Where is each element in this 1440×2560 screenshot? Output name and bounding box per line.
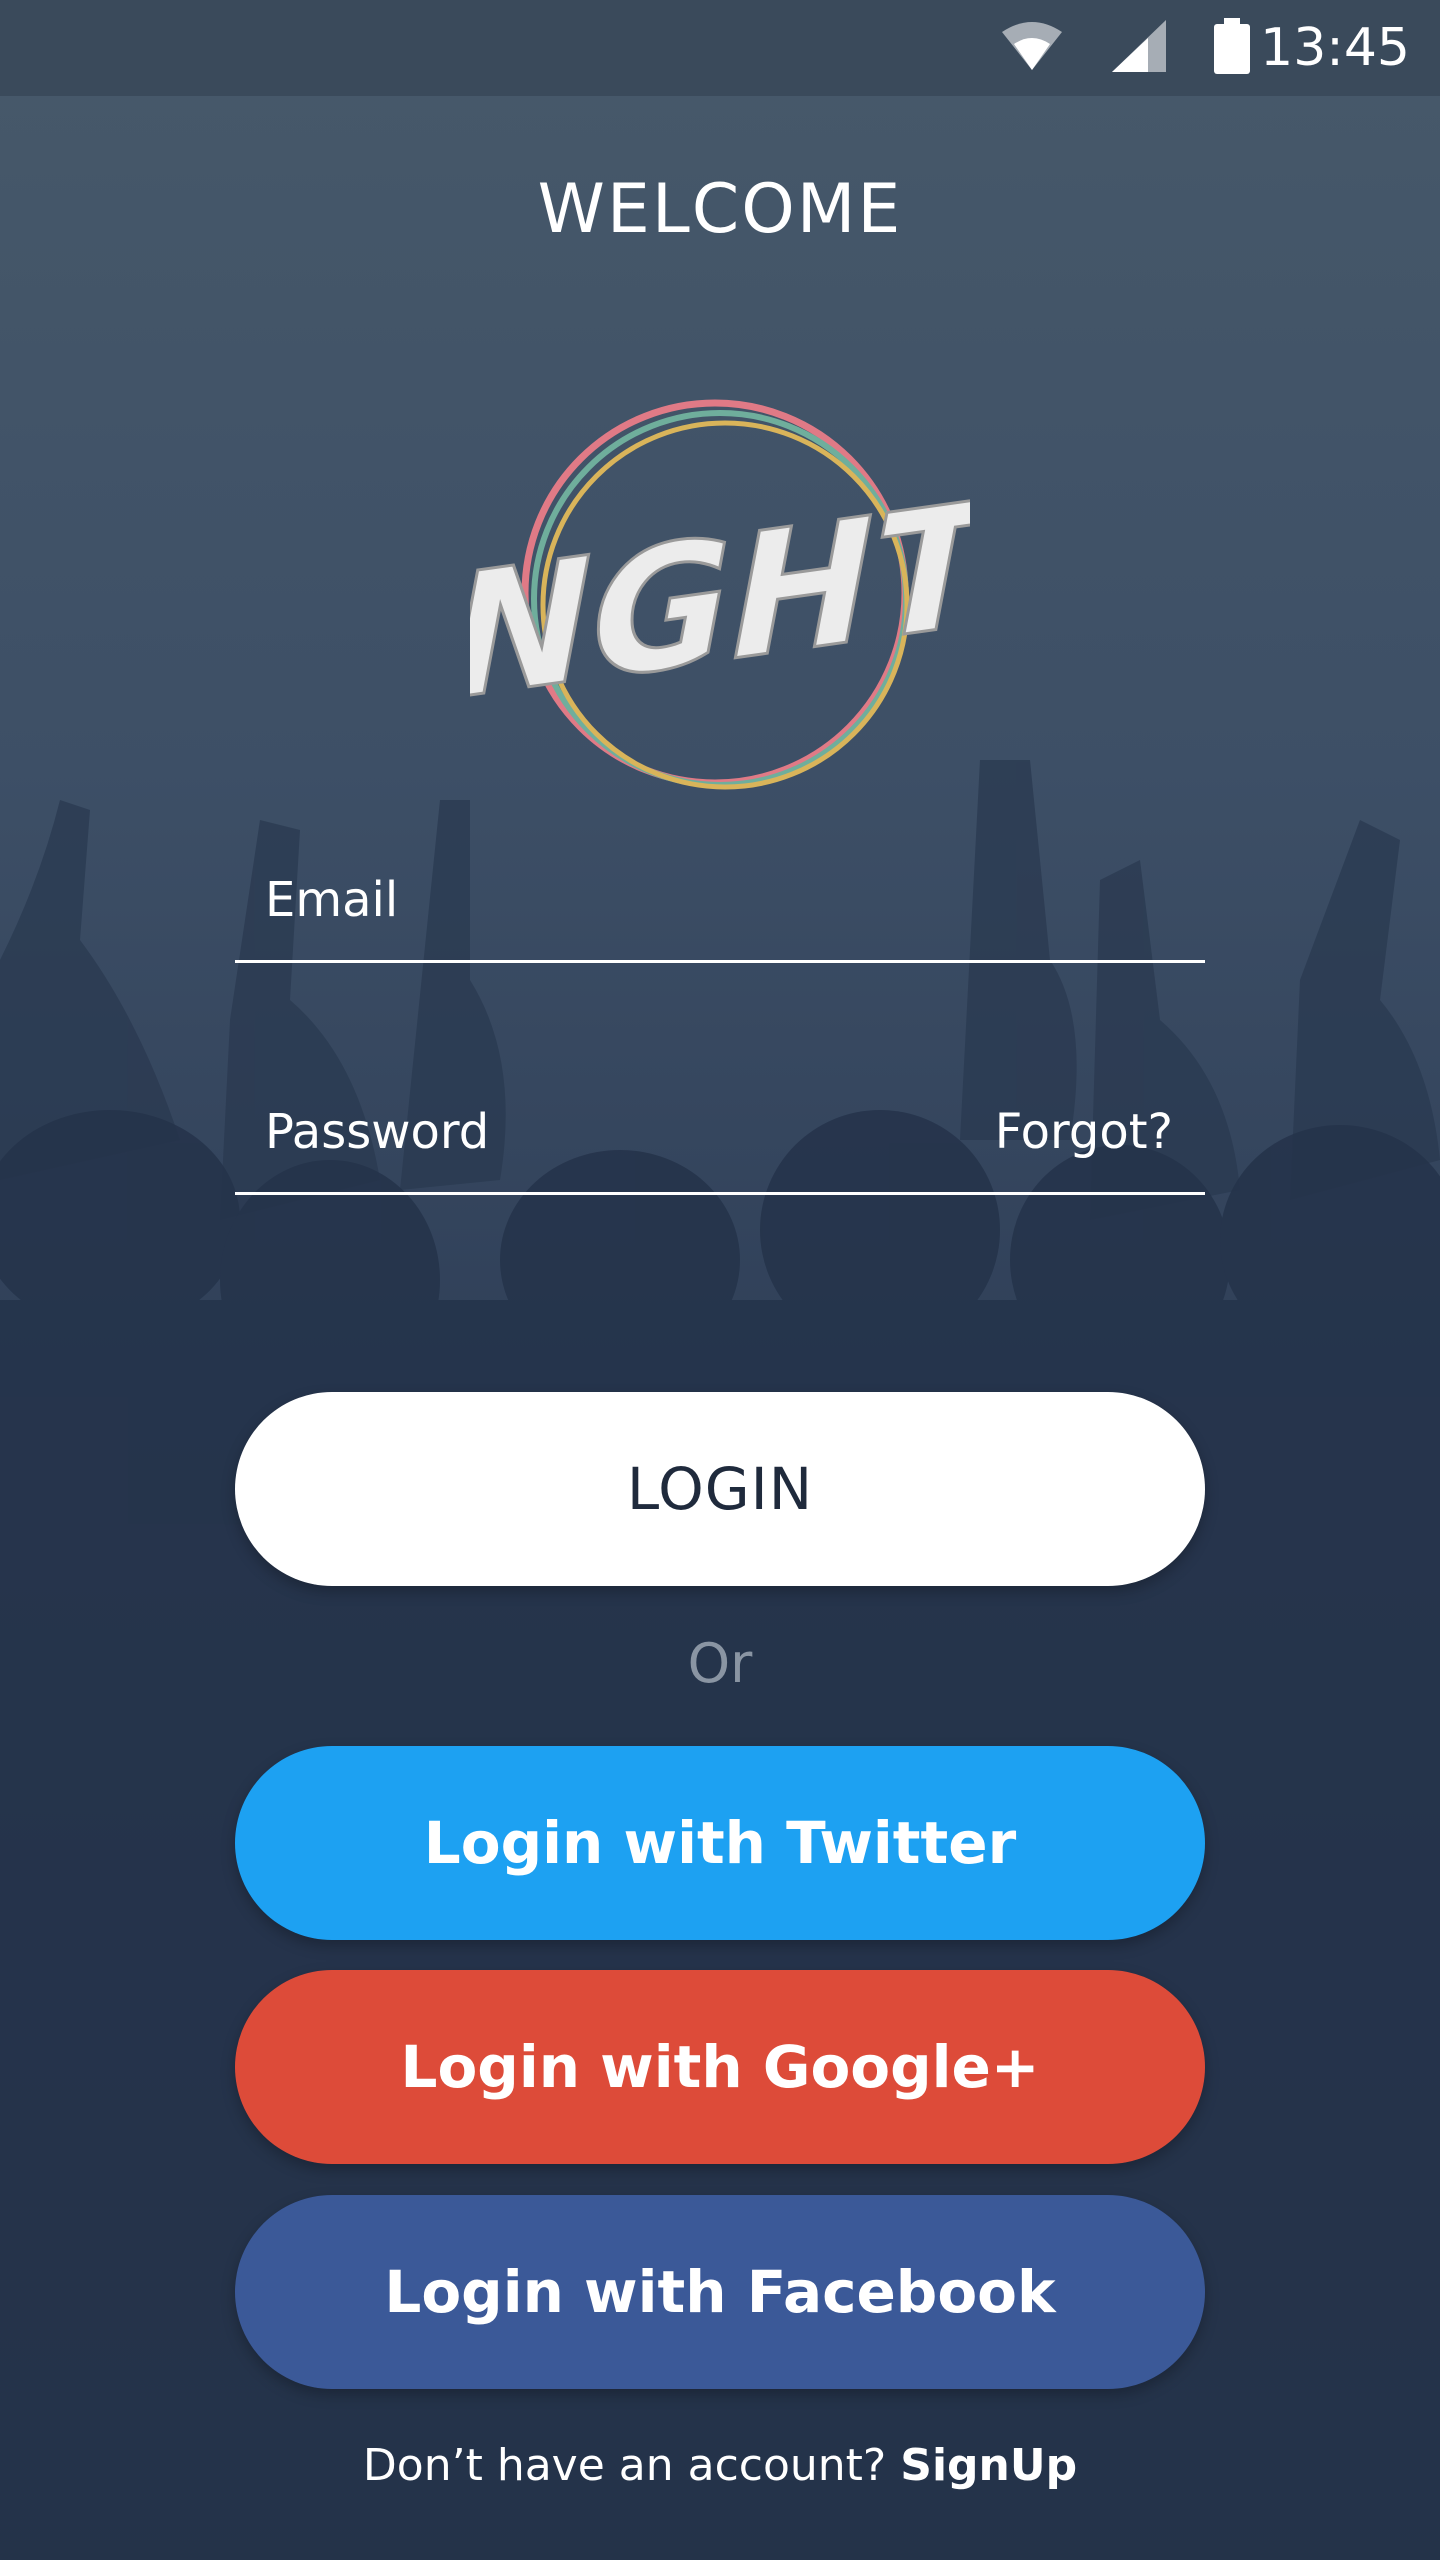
signup-prompt-text: Don’t have an account?: [362, 2440, 887, 2491]
status-time: 13:45: [1260, 18, 1410, 78]
password-placeholder: Password: [265, 1104, 490, 1160]
battery-icon: [1214, 18, 1250, 74]
login-twitter-button[interactable]: Login with Twitter: [235, 1746, 1205, 1940]
login-facebook-button[interactable]: Login with Facebook: [235, 2195, 1205, 2389]
email-placeholder: Email: [265, 872, 399, 928]
email-field[interactable]: Email: [235, 860, 1205, 963]
signal-icon: [1112, 20, 1166, 72]
signup-prompt: Don’t have an account? SignUp: [0, 2440, 1440, 2491]
page-title: WELCOME: [537, 170, 903, 249]
forgot-password-link[interactable]: Forgot?: [995, 1092, 1173, 1172]
login-google-button[interactable]: Login with Google+: [235, 1970, 1205, 2164]
login-button[interactable]: LOGIN: [235, 1392, 1205, 1586]
wifi-icon: [1002, 22, 1062, 70]
status-bar: 13:45: [0, 0, 1440, 96]
app-logo: NGHT: [470, 399, 970, 790]
signup-link[interactable]: SignUp: [900, 2440, 1077, 2491]
or-divider: Or: [687, 1632, 753, 1695]
password-field[interactable]: Password Forgot?: [235, 1092, 1205, 1195]
